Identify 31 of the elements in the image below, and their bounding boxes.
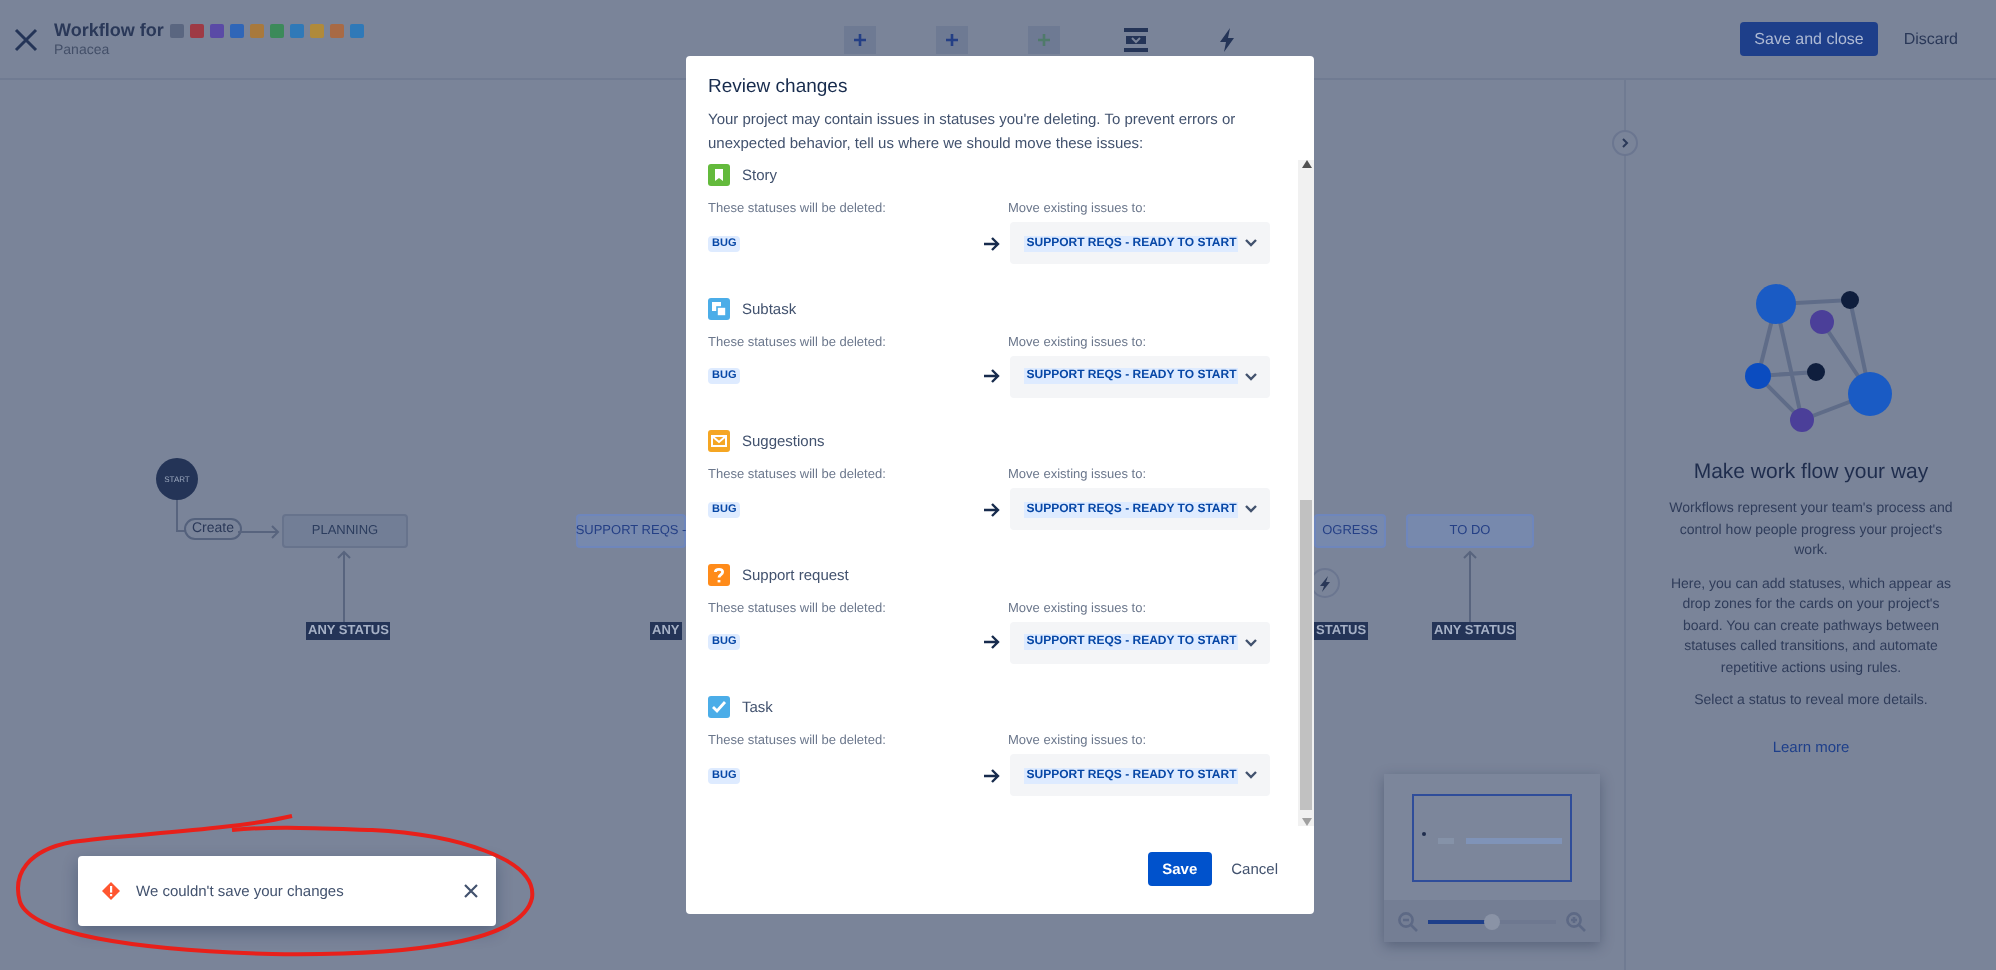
arrow-icon	[984, 634, 1001, 651]
arrow-icon	[984, 235, 1001, 251]
chevron-down-icon	[1244, 504, 1259, 515]
chevron-down-icon	[1244, 637, 1259, 648]
dialog-title: Review changes	[708, 76, 850, 98]
save-and-close-button[interactable]: Save and close	[1740, 22, 1878, 56]
plus-icon[interactable]	[935, 25, 968, 53]
workflow-title: Workflow for	[54, 20, 164, 40]
discard-button[interactable]: Discard	[1889, 22, 1972, 56]
chevron-down-icon	[1244, 238, 1259, 248]
close-icon[interactable]	[464, 884, 478, 898]
transition-icon[interactable]	[1119, 25, 1152, 53]
connector-arrow	[1462, 550, 1478, 622]
minimap-diagram-drawing	[1422, 832, 1562, 844]
scroll-up-icon[interactable]	[1301, 160, 1311, 168]
arrow-icon	[984, 501, 1001, 518]
zoom-slider-thumb[interactable]	[1484, 913, 1500, 929]
arrow-icon	[984, 368, 1001, 385]
chevron-down-icon	[1244, 371, 1259, 382]
scroll-down-icon[interactable]	[1301, 818, 1311, 826]
scrollbar[interactable]	[1298, 160, 1314, 826]
connector-arrow	[336, 550, 352, 622]
error-icon	[102, 882, 120, 900]
chevron-down-icon	[1244, 770, 1259, 781]
collapse-button[interactable]	[1612, 130, 1638, 156]
close-icon[interactable]	[14, 27, 38, 51]
connector-line	[176, 500, 186, 532]
plus-icon[interactable]	[843, 25, 876, 53]
connector-arrow	[238, 524, 280, 540]
panel-heading: Make work flow your way	[1693, 460, 1929, 484]
arrow-icon	[984, 767, 1001, 784]
